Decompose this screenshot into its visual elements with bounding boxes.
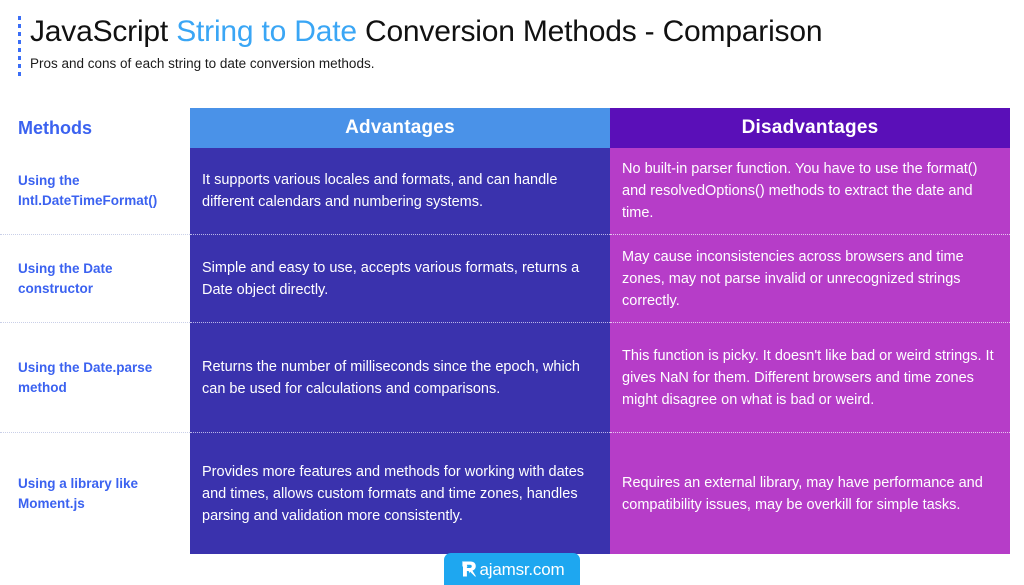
- page-title-part-2: Conversion Methods - Comparison: [356, 15, 823, 48]
- brand-text: ajamsr.com: [479, 559, 565, 579]
- page-footer: ajamsr.com: [0, 553, 1024, 585]
- row-method-label: Using the Intl.DateTimeFormat(): [0, 148, 190, 234]
- row-disadvantage-text: May cause inconsistencies across browser…: [610, 234, 1010, 322]
- row-advantage-text: Provides more features and methods for w…: [190, 432, 610, 554]
- page-title: JavaScript String to Date Conversion Met…: [30, 14, 1024, 50]
- accent-dotted-rule: [18, 16, 21, 78]
- row-method-label: Using a library like Moment.js: [0, 432, 190, 554]
- page-title-highlight: String to Date: [176, 15, 357, 48]
- row-disadvantage-text: This function is picky. It doesn't like …: [610, 322, 1010, 432]
- column-header-methods: Methods: [0, 108, 190, 148]
- rajamsr-r-logo-icon: [460, 560, 478, 578]
- row-advantage-text: It supports various locales and formats,…: [190, 148, 610, 234]
- row-advantage-text: Returns the number of milliseconds since…: [190, 322, 610, 432]
- row-method-label: Using the Date constructor: [0, 234, 190, 322]
- row-advantage-text: Simple and easy to use, accepts various …: [190, 234, 610, 322]
- brand-badge[interactable]: ajamsr.com: [443, 553, 581, 585]
- page-header: JavaScript String to Date Conversion Met…: [0, 0, 1024, 78]
- page-title-part-1: JavaScript: [30, 15, 177, 48]
- comparison-table: Methods Advantages Disadvantages Using t…: [0, 108, 1010, 554]
- row-method-label: Using the Date.parse method: [0, 322, 190, 432]
- column-header-disadvantages: Disadvantages: [610, 108, 1010, 148]
- column-header-advantages: Advantages: [190, 108, 610, 148]
- page-subtitle: Pros and cons of each string to date con…: [30, 56, 375, 71]
- row-disadvantage-text: Requires an external library, may have p…: [610, 432, 1010, 554]
- row-disadvantage-text: No built-in parser function. You have to…: [610, 148, 1010, 234]
